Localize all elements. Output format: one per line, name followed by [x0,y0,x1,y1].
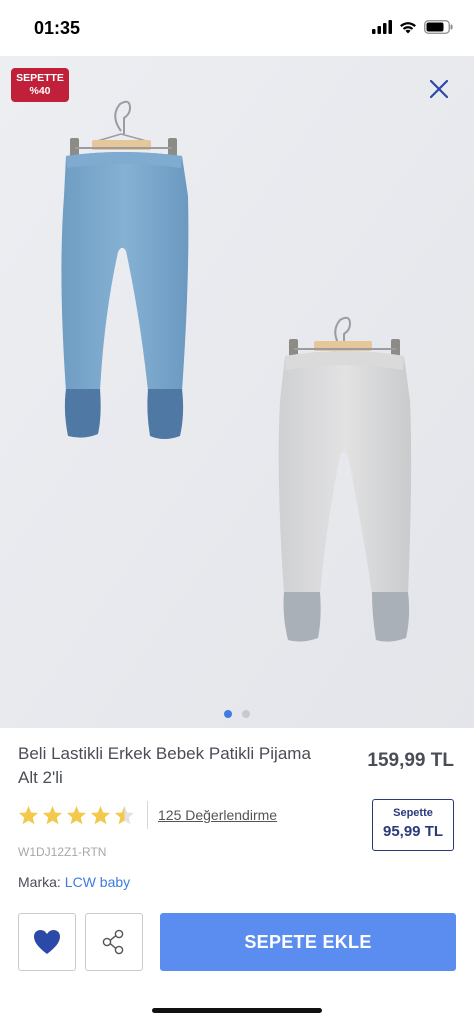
brand-row: Marka: LCW baby [18,874,130,890]
cart-price: 95,99 TL [382,823,444,840]
home-indicator[interactable] [152,1008,322,1013]
gallery-pagination [0,710,474,718]
share-icon [102,929,124,955]
star-icon [66,805,87,825]
favorite-button[interactable] [18,913,76,971]
gallery-dot-2[interactable] [242,710,250,718]
close-button[interactable] [424,74,454,104]
product-sku: W1DJ12Z1-RTN [18,845,107,859]
rating-divider [147,801,148,829]
product-price: 159,99 TL [367,750,454,771]
add-to-cart-button[interactable]: SEPETE EKLE [160,913,456,971]
product-image-gallery[interactable]: SEPETTE %40 [0,56,474,728]
product-title: Beli Lastikli Erkek Bebek Patikli Pijama… [18,744,311,787]
close-icon [429,79,449,99]
star-icon [90,805,111,825]
status-time: 01:35 [34,18,81,38]
badge-line-1: SEPETTE [16,72,64,84]
rating: 125 Değerlendirme [18,801,277,829]
wifi-icon [400,22,416,34]
battery-icon [424,20,453,34]
status-bar: 01:35 [0,0,474,56]
status-icons [372,20,454,34]
share-button[interactable] [85,913,143,971]
gallery-dot-1[interactable] [224,710,232,718]
reviews-link[interactable]: 125 Değerlendirme [158,807,277,823]
cart-price-label: Sepette [393,807,433,819]
signal-icon [372,20,392,34]
product-image [0,56,474,728]
star-icon [42,805,63,825]
cart-price-box: Sepette 95,99 TL [372,799,454,851]
brand-link[interactable]: LCW baby [65,874,130,890]
star-half-icon [114,805,135,825]
badge-line-2: %40 [29,85,51,97]
heart-icon [34,930,60,954]
discount-badge: SEPETTE %40 [11,68,69,102]
star-rating [18,805,135,825]
brand-label: Marka: [18,874,61,890]
star-icon [18,805,39,825]
